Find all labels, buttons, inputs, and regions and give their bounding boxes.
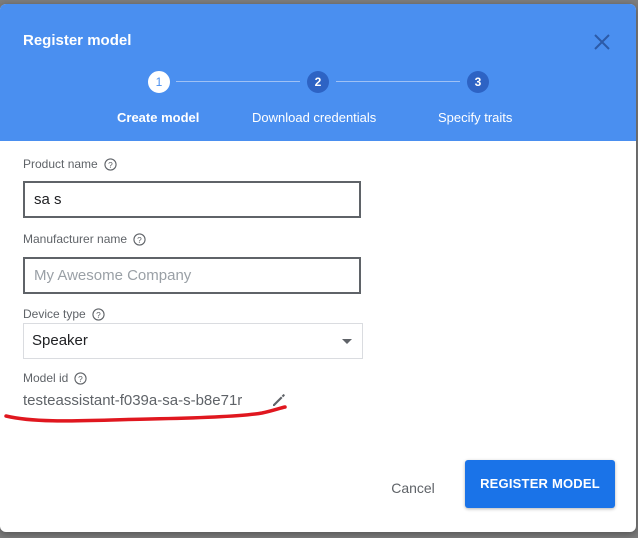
close-icon	[594, 34, 610, 50]
product-name-input[interactable]	[23, 181, 361, 218]
pencil-icon[interactable]	[271, 392, 287, 408]
manufacturer-name-input[interactable]	[23, 257, 361, 294]
svg-text:?: ?	[137, 234, 142, 244]
help-circle-icon[interactable]: ?	[74, 371, 87, 385]
device-type-select[interactable]: Speaker	[23, 323, 363, 359]
step-connector-1	[176, 81, 300, 82]
dialog-header: Register model 1 2 3 Create model Downlo…	[0, 4, 636, 141]
step-3-indicator: 3	[467, 71, 489, 93]
manufacturer-name-label: Manufacturer name ?	[23, 232, 146, 246]
svg-text:?: ?	[108, 159, 113, 169]
cancel-button[interactable]: Cancel	[378, 470, 448, 506]
step-2-indicator: 2	[307, 71, 329, 93]
svg-text:?: ?	[96, 309, 101, 319]
help-circle-icon[interactable]: ?	[133, 232, 146, 246]
dialog-title: Register model	[23, 32, 132, 49]
model-id-value: testeassistant-f039a-sa-s-b8e71r	[23, 392, 243, 409]
manufacturer-name-label-text: Manufacturer name	[23, 232, 128, 246]
close-button[interactable]	[591, 31, 613, 53]
model-id-label: Model id ?	[23, 371, 87, 385]
step-3-label: Specify traits	[438, 110, 513, 125]
step-2-label: Download credentials	[252, 110, 377, 125]
product-name-label: Product name ?	[23, 157, 117, 171]
step-connector-2	[336, 81, 460, 82]
help-circle-icon[interactable]: ?	[92, 307, 105, 321]
help-circle-icon[interactable]: ?	[104, 157, 117, 171]
register-model-button[interactable]: REGISTER MODEL	[465, 460, 615, 508]
register-model-dialog: Register model 1 2 3 Create model Downlo…	[0, 4, 636, 532]
dropdown-arrow-icon	[342, 339, 352, 344]
step-1-label: Create model	[117, 110, 200, 125]
device-type-value: Speaker	[32, 332, 88, 349]
product-name-label-text: Product name	[23, 157, 98, 171]
model-id-label-text: Model id	[23, 371, 69, 385]
svg-text:?: ?	[79, 373, 84, 383]
step-1-indicator: 1	[148, 71, 170, 93]
device-type-label: Device type ?	[23, 307, 105, 321]
device-type-label-text: Device type	[23, 307, 86, 321]
